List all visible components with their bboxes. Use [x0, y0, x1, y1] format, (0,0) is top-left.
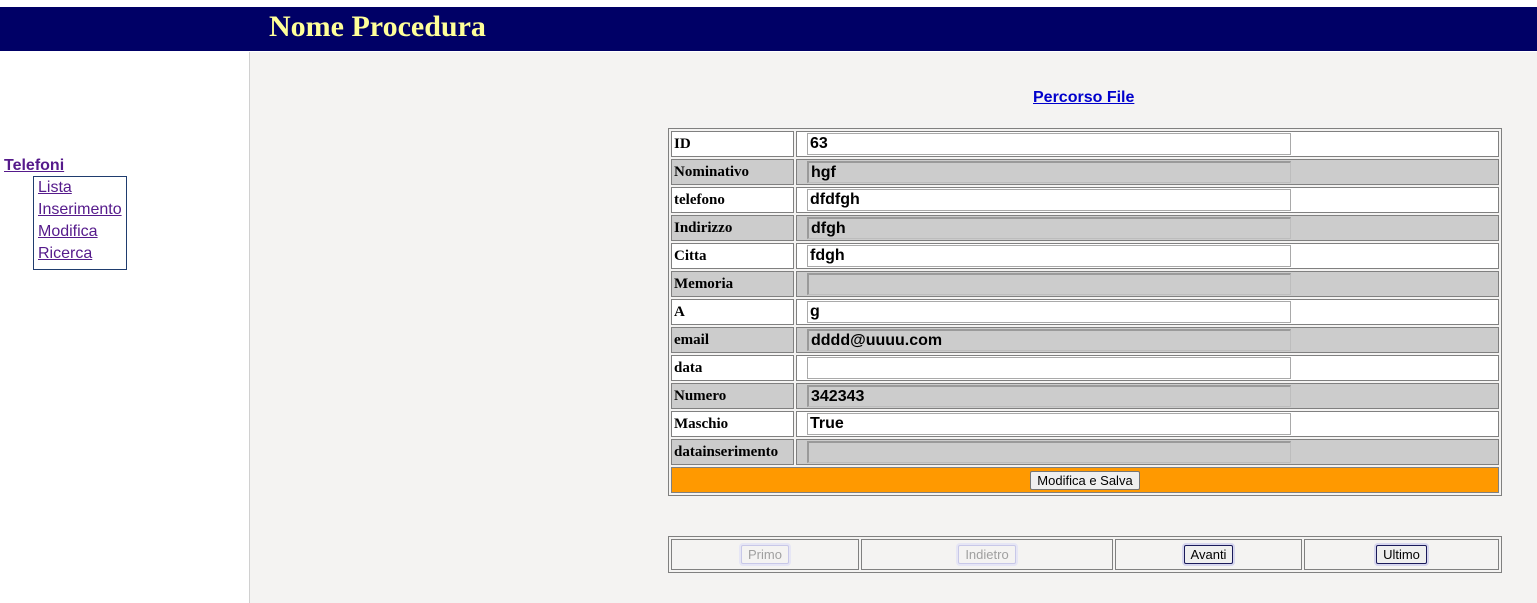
- form-row-data: data: [671, 355, 1499, 381]
- submenu: Lista Inserimento Modifica Ricerca: [33, 176, 127, 270]
- form-row-id: ID: [671, 131, 1499, 157]
- field-label: Memoria: [671, 271, 794, 297]
- menu-item-inserimento[interactable]: Inserimento: [34, 199, 126, 221]
- form-row-maschio: Maschio: [671, 411, 1499, 437]
- ultimo-button[interactable]: Ultimo: [1376, 545, 1427, 564]
- field-label: Nominativo: [671, 159, 794, 185]
- main-content: Percorso File ID Nominativo telefono Ind…: [250, 52, 1537, 603]
- header-bar: Nome Procedura: [0, 7, 1537, 51]
- menu-item-modifica[interactable]: Modifica: [34, 221, 126, 243]
- telefono-field[interactable]: [807, 189, 1291, 211]
- field-label: ID: [671, 131, 794, 157]
- field-label: datainserimento: [671, 439, 794, 465]
- form-row-numero: Numero: [671, 383, 1499, 409]
- nominativo-field[interactable]: [807, 161, 1291, 183]
- email-field[interactable]: [807, 329, 1291, 351]
- menu-title-telefoni[interactable]: Telefoni: [4, 157, 64, 175]
- avanti-button[interactable]: Avanti: [1183, 545, 1234, 564]
- primo-button[interactable]: Primo: [741, 545, 789, 564]
- page-title: Nome Procedura: [269, 10, 486, 43]
- form-row-indirizzo: Indirizzo: [671, 215, 1499, 241]
- a-field[interactable]: [807, 301, 1291, 323]
- form-row-nominativo: Nominativo: [671, 159, 1499, 185]
- id-field[interactable]: [807, 133, 1291, 155]
- indirizzo-field[interactable]: [807, 217, 1291, 239]
- field-label: Citta: [671, 243, 794, 269]
- form-row-memoria: Memoria: [671, 271, 1499, 297]
- field-label: email: [671, 327, 794, 353]
- field-label: Maschio: [671, 411, 794, 437]
- modifica-e-salva-button[interactable]: Modifica e Salva: [1030, 470, 1140, 490]
- sidebar: Telefoni Lista Inserimento Modifica Rice…: [0, 52, 250, 603]
- memoria-field[interactable]: [807, 273, 1291, 295]
- field-label: A: [671, 299, 794, 325]
- form-row-citta: Citta: [671, 243, 1499, 269]
- menu-item-ricerca[interactable]: Ricerca: [34, 243, 126, 265]
- citta-field[interactable]: [807, 245, 1291, 267]
- form-row-datainserimento: datainserimento: [671, 439, 1499, 465]
- form-row-a: A: [671, 299, 1499, 325]
- record-form: ID Nominativo telefono Indirizzo Citta M…: [668, 128, 1502, 496]
- field-label: telefono: [671, 187, 794, 213]
- field-label: data: [671, 355, 794, 381]
- data-field[interactable]: [807, 357, 1291, 379]
- numero-field[interactable]: [807, 385, 1291, 407]
- save-row: Modifica e Salva: [671, 467, 1499, 493]
- datainserimento-field[interactable]: [807, 441, 1291, 463]
- record-navigation: Primo Indietro Avanti Ultimo: [668, 536, 1502, 573]
- indietro-button[interactable]: Indietro: [958, 545, 1016, 564]
- field-label: Numero: [671, 383, 794, 409]
- form-row-telefono: telefono: [671, 187, 1499, 213]
- field-label: Indirizzo: [671, 215, 794, 241]
- menu-item-lista[interactable]: Lista: [34, 177, 126, 199]
- path-link[interactable]: Percorso File: [1033, 89, 1134, 107]
- form-row-email: email: [671, 327, 1499, 353]
- maschio-field[interactable]: [807, 413, 1291, 435]
